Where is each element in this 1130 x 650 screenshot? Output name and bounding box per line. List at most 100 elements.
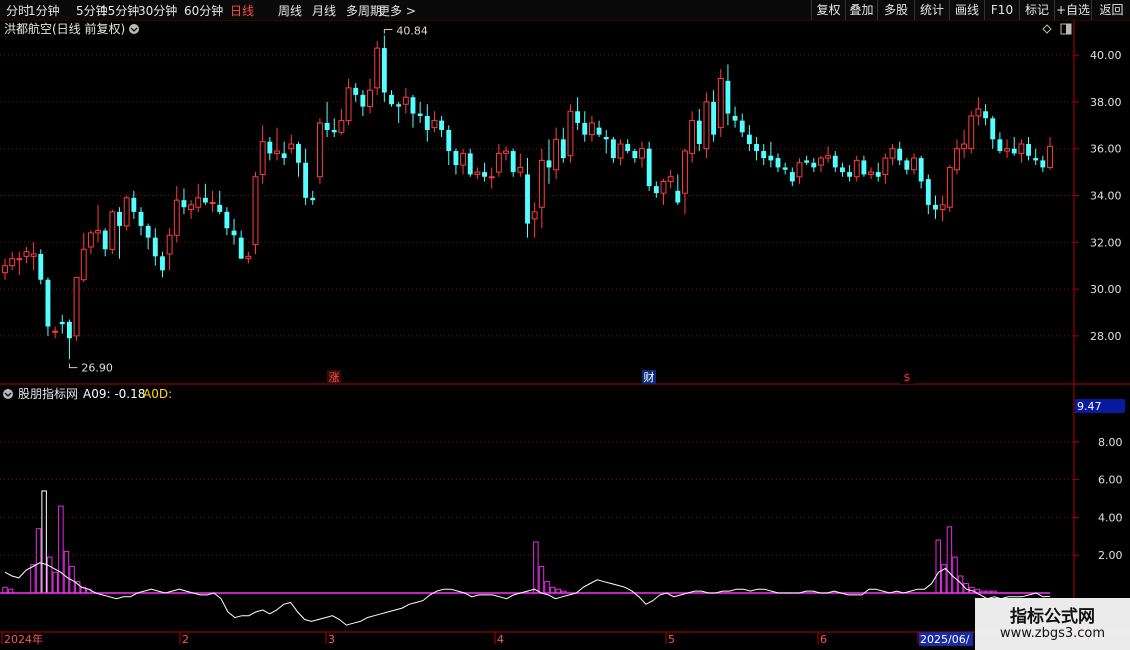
candle-body: [16, 258, 23, 261]
chart-area: 28.00 30.00 32.00 34.00 36.00 38.00 40.00 40.84…: [0, 20, 1130, 650]
max-marker-line: [383, 28, 393, 34]
candle-body: [675, 190, 681, 203]
x-axis-label: 2: [182, 633, 189, 646]
toolbar-button-5[interactable]: F10: [984, 0, 1019, 20]
candle-body: [303, 162, 309, 198]
candle-body: [703, 101, 710, 150]
candle-body: [102, 230, 108, 250]
indicator-bar: [538, 566, 545, 594]
x-axis-label: 2025/06/: [920, 633, 970, 646]
toolbar-button-7[interactable]: +自选: [1054, 0, 1091, 20]
toolbar-button-2[interactable]: 多股: [877, 0, 914, 20]
title-dropdown-icon[interactable]: [129, 24, 139, 34]
candle-body: [338, 120, 345, 133]
candle-body: [474, 171, 481, 175]
period-tab-10[interactable]: 更多 >: [378, 2, 416, 19]
indicator-bar: [946, 526, 953, 594]
candle-body: [73, 276, 80, 337]
period-tab-0[interactable]: 分时: [6, 2, 30, 19]
period-tab-6[interactable]: 日线: [230, 2, 254, 19]
candle-body: [868, 171, 874, 175]
candle-body: [925, 179, 931, 205]
candle-body: [1004, 148, 1010, 152]
candle-body: [1040, 160, 1046, 168]
candle-body: [582, 122, 588, 135]
panel-toggle-fill: [1066, 24, 1071, 34]
candle-body: [173, 199, 180, 236]
period-tab-3[interactable]: 15分钟: [100, 2, 139, 19]
candle-body: [402, 96, 409, 105]
event-dollar-icon: $: [904, 371, 911, 384]
event-cai-icon: 财: [644, 370, 655, 384]
candle-body: [761, 151, 767, 159]
indicator-tick-label: 4.00: [1098, 511, 1123, 524]
candle-body: [109, 211, 116, 250]
candle-body: [66, 321, 72, 339]
candle-body: [181, 200, 187, 208]
period-tab-5[interactable]: 60分钟: [184, 2, 223, 19]
indicator-bar: [35, 528, 42, 594]
period-tab-4[interactable]: 30分钟: [138, 2, 177, 19]
candle-body: [603, 137, 609, 140]
candle-body: [596, 127, 602, 135]
candle-body: [818, 157, 824, 166]
toolbar-button-8[interactable]: 返回: [1091, 0, 1130, 20]
candle-body: [804, 160, 810, 163]
candle-body: [453, 151, 459, 166]
candle-body: [310, 197, 316, 201]
toolbar-button-3[interactable]: 统计: [914, 0, 949, 20]
candle-body: [389, 94, 394, 105]
diamond-icon[interactable]: [1042, 24, 1052, 34]
toolbar-button-0[interactable]: 复权: [811, 0, 845, 20]
min-price-label: 26.90: [81, 362, 113, 375]
toolbar-button-4[interactable]: 画线: [949, 0, 984, 20]
candle-body: [316, 122, 323, 178]
candle-body: [997, 139, 1003, 152]
candle-body: [546, 160, 552, 168]
candle-body: [217, 204, 223, 212]
chart-canvas[interactable]: 28.0030.0032.0034.0036.0038.0040.0040.84…: [0, 20, 1130, 650]
candle-body: [381, 48, 387, 93]
candle-body: [1011, 148, 1017, 154]
candle-body: [288, 143, 295, 150]
toolbar-button-1[interactable]: 叠加: [845, 0, 877, 20]
candle-body: [632, 151, 638, 159]
watermark-title: 指标公式网: [1010, 607, 1095, 627]
candle-body: [467, 153, 473, 175]
candle-body: [145, 225, 151, 238]
indicator-bar: [935, 539, 941, 594]
candle-body: [918, 158, 924, 182]
indicator-bar: [46, 556, 53, 594]
period-tab-8[interactable]: 月线: [312, 2, 336, 19]
price-tick-label: 40.00: [1090, 49, 1122, 62]
candle-body: [439, 120, 445, 130]
toolbar-button-6[interactable]: 标记: [1019, 0, 1054, 20]
x-axis-label: 2024年: [4, 632, 43, 646]
candle-body: [188, 204, 195, 211]
candle-body: [983, 111, 989, 119]
candle-body: [296, 144, 301, 163]
candle-body: [424, 115, 430, 130]
candle-body: [9, 258, 16, 267]
indicator-a09-readout: A09: -0.18: [83, 387, 145, 401]
indicator-a0d-readout: A0D:: [143, 387, 172, 401]
candle-body: [861, 160, 867, 175]
candle-body: [360, 94, 366, 107]
candle-body: [739, 120, 745, 133]
period-tab-1[interactable]: 1分钟: [28, 2, 60, 19]
candle-body: [517, 166, 524, 173]
period-tab-9[interactable]: 多周期: [346, 2, 382, 19]
indicator-dropdown-icon[interactable]: [3, 389, 13, 399]
candle-body: [1033, 158, 1039, 161]
min-marker-line: [68, 363, 78, 369]
indicator-tick-label: 8.00: [1098, 436, 1123, 449]
candle-body: [231, 230, 237, 236]
period-tab-7[interactable]: 周线: [278, 2, 302, 19]
candle-body: [682, 150, 688, 194]
candle-body: [195, 197, 202, 208]
candle-body: [897, 148, 903, 161]
candle-body: [717, 78, 724, 129]
indicator-tick-label: 2.00: [1098, 549, 1123, 562]
candle-body: [754, 144, 759, 152]
candle-body: [59, 321, 65, 325]
